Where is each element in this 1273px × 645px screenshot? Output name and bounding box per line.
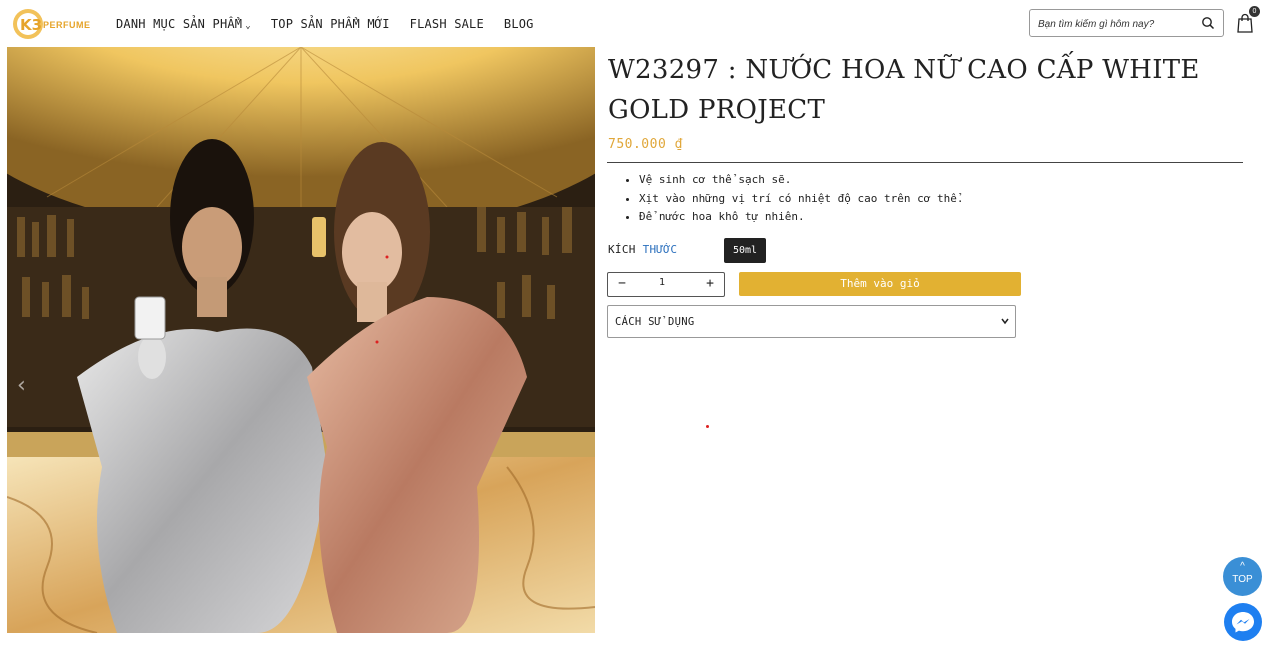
chevron-down-icon — [1001, 318, 1009, 325]
quantity-increase-button[interactable]: + — [700, 276, 720, 291]
search-input[interactable] — [1036, 15, 1200, 33]
nav-item-flash-sale[interactable]: FLASH SALE — [410, 17, 484, 31]
search-icon[interactable] — [1201, 16, 1215, 30]
divider — [607, 162, 1243, 163]
nav-item-label: BLOG — [503, 17, 534, 31]
site-header: K3 PERFUME DANH MỤC SẢN PHẨM ⌄ TOP SẢN PH… — [0, 0, 1273, 46]
product-image[interactable]: ‹ — [7, 47, 595, 633]
nav-item-label: TOP SẢN PHẨM MỚI — [270, 17, 390, 31]
quantity-stepper: − 1 + — [607, 272, 725, 297]
decorative-dot — [706, 425, 709, 428]
messenger-chat-button[interactable] — [1224, 603, 1262, 641]
back-to-top-button[interactable]: ^ TOP — [1223, 557, 1262, 596]
search-box — [1029, 9, 1224, 37]
nav-item-label: FLASH SALE — [409, 17, 484, 31]
list-item: Xịt vào những vị trí có nhiệt độ cao trê… — [639, 190, 964, 209]
list-item: Vệ sinh cơ thể sạch sẽ. — [639, 171, 964, 190]
quantity-input[interactable]: 1 — [648, 277, 676, 288]
nav-item-categories[interactable]: DANH MỤC SẢN PHẨM ⌄ — [116, 17, 251, 31]
usage-accordion[interactable]: CÁCH SỬ DỤNG — [607, 305, 1016, 338]
chevron-down-icon: ⌄ — [245, 21, 251, 31]
logo-mark: K3 — [20, 16, 42, 34]
usage-accordion-label: CÁCH SỬ DỤNG — [615, 316, 695, 328]
chevron-up-icon: ^ — [1240, 561, 1245, 572]
nav-item-label: DANH MỤC SẢN PHẨM — [116, 17, 243, 31]
product-price: 750.000 ₫ — [608, 137, 683, 152]
size-label: KÍCH THƯỚC — [608, 243, 677, 256]
previous-image-icon[interactable]: ‹ — [17, 373, 26, 398]
main-nav: DANH MỤC SẢN PHẨM ⌄ TOP SẢN PHẨM MỚI FLAS… — [116, 17, 554, 31]
messenger-icon — [1232, 612, 1254, 633]
nav-item-top-new[interactable]: TOP SẢN PHẨM MỚI — [271, 17, 390, 31]
brand-logo[interactable]: K3 PERFUME — [11, 6, 97, 42]
list-item: Để nước hoa khô tự nhiên. — [639, 208, 964, 227]
cart-count-badge: 0 — [1249, 6, 1260, 17]
quantity-decrease-button[interactable]: − — [612, 276, 632, 291]
nav-item-blog[interactable]: BLOG — [504, 17, 534, 31]
back-to-top-label: TOP — [1232, 574, 1253, 585]
add-to-cart-button[interactable]: Thêm vào giỏ — [739, 272, 1021, 296]
logo-text: PERFUME — [43, 20, 91, 30]
product-title: W23297 : NƯỚC HOA NỮ CAO CẤP WHITE GOLD … — [608, 55, 1200, 125]
size-label-accent: THƯỚC — [642, 243, 678, 256]
size-option-button[interactable]: 50ml — [724, 238, 766, 263]
size-label-main: KÍCH — [608, 243, 643, 256]
usage-bullets: Vệ sinh cơ thể sạch sẽ. Xịt vào những vị… — [621, 171, 964, 227]
